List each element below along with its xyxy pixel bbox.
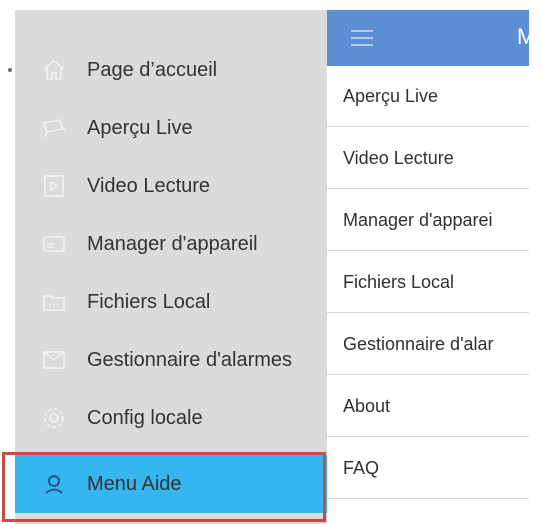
drawer-item-local-config[interactable]: Config locale (15, 389, 327, 447)
list-item[interactable]: FAQ (327, 438, 529, 499)
camera-icon (40, 114, 68, 142)
drawer-item-label: Video Lecture (87, 174, 211, 197)
list-item-label: Manager d'apparei (343, 209, 493, 230)
alarm-mail-icon (40, 346, 68, 374)
navigation-drawer: Page d’accueil Aperçu Live Video Lecture… (15, 10, 327, 524)
main-page: M Aperçu Live Video Lecture Manager d'ap… (327, 10, 529, 524)
drawer-item-label: Config locale (87, 406, 203, 429)
list-item-label: Gestionnaire d'alar (343, 333, 494, 354)
drawer-item-label: Page d’accueil (87, 58, 218, 81)
list-item-label: Aperçu Live (343, 85, 439, 106)
header-title: M (517, 24, 529, 49)
list-item[interactable]: About (327, 376, 529, 437)
drawer-item-label: Fichiers Local (87, 290, 211, 313)
drawer-item-device-manager[interactable]: Manager d'appareil (15, 215, 327, 273)
list-item[interactable]: Aperçu Live (327, 66, 529, 127)
drawer-item-local-files[interactable]: Fichiers Local (15, 273, 327, 331)
drawer-item-help-menu[interactable]: Menu Aide (15, 455, 327, 513)
list-item-label: Fichiers Local (343, 271, 455, 292)
help-user-icon (40, 470, 68, 498)
app-header: M (327, 10, 529, 66)
folder-icon (40, 288, 68, 316)
device-icon (40, 230, 68, 258)
list-item[interactable]: Fichiers Local (327, 252, 529, 313)
drawer-item-label: Aperçu Live (87, 116, 193, 139)
drawer-item-alarm-manager[interactable]: Gestionnaire d'alarmes (15, 331, 327, 389)
drawer-item-label: Gestionnaire d'alarmes (87, 348, 293, 371)
home-icon (40, 56, 68, 84)
hamburger-menu-icon[interactable] (351, 30, 373, 46)
list-item-label: About (343, 395, 391, 416)
list-item-label: Video Lecture (343, 147, 454, 168)
drawer-item-live-preview[interactable]: Aperçu Live (15, 99, 327, 157)
drawer-item-label: Menu Aide (87, 472, 182, 495)
list-item[interactable]: Manager d'apparei (327, 190, 529, 251)
list-item-label: FAQ (343, 457, 380, 478)
gear-icon (40, 404, 68, 432)
video-file-icon (40, 172, 68, 200)
list-item[interactable]: Video Lecture (327, 128, 529, 189)
drawer-item-label: Manager d'appareil (87, 232, 258, 255)
list-item[interactable]: Gestionnaire d'alar (327, 314, 529, 375)
edge-mark (8, 68, 12, 72)
drawer-item-video-playback[interactable]: Video Lecture (15, 157, 327, 215)
drawer-item-home[interactable]: Page d’accueil (15, 41, 327, 99)
